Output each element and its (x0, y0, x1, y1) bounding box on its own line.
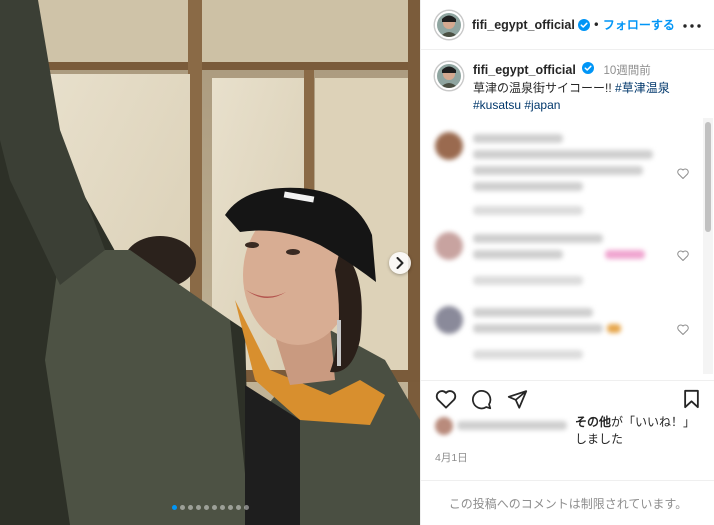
verified-badge-icon (577, 18, 590, 31)
carousel-dot (219, 505, 225, 510)
action-bar (421, 380, 714, 416)
carousel-dot (243, 505, 249, 510)
caption-username[interactable]: fifi_egypt_official (473, 63, 576, 77)
hashtag-link[interactable]: #草津温泉 (615, 81, 670, 95)
carousel-next-button[interactable] (389, 252, 411, 274)
carousel-dot (187, 505, 193, 510)
post-date[interactable]: 4月1日 (435, 450, 468, 465)
avatar[interactable] (435, 10, 463, 39)
comment-icon[interactable] (471, 389, 492, 410)
selfie-image (0, 0, 420, 525)
carousel-dot (203, 505, 209, 510)
likes-others-link[interactable]: その他 (575, 415, 611, 429)
post-caption: fifi_egypt_official 10週間前 草津の温泉街サイコーー!! … (435, 62, 705, 114)
carousel-indicator (0, 505, 420, 510)
post-photo[interactable] (0, 0, 420, 525)
post-side-panel: fifi_egypt_official • フォローする fifi_egypt_… (420, 0, 714, 525)
verified-badge-icon (582, 62, 595, 74)
carousel-dot (171, 505, 177, 510)
caption-text: 草津の温泉街サイコーー!! (473, 81, 612, 95)
avatar (435, 306, 463, 334)
avatar (435, 232, 463, 260)
follow-button[interactable]: フォローする (603, 16, 675, 33)
post-header: fifi_egypt_official • フォローする (421, 0, 714, 50)
carousel-dot (211, 505, 217, 510)
paper-plane-icon[interactable] (507, 389, 528, 409)
carousel-dot (195, 505, 201, 510)
likes-summary: その他が「いいね！」しました (435, 414, 705, 448)
carousel-dot (179, 505, 185, 510)
heart-icon[interactable] (677, 168, 689, 179)
comments-scrollbar[interactable] (703, 118, 713, 374)
bookmark-icon[interactable] (683, 389, 700, 409)
heart-icon[interactable] (677, 250, 689, 261)
avatar (435, 132, 463, 160)
username[interactable]: fifi_egypt_official (472, 18, 575, 32)
carousel-dot (227, 505, 233, 510)
scrollbar-thumb[interactable] (705, 122, 711, 232)
hashtag-link[interactable]: #japan (524, 98, 560, 112)
heart-icon[interactable] (677, 324, 689, 335)
heart-icon[interactable] (435, 389, 457, 409)
comment-list[interactable] (421, 120, 703, 372)
comment-restricted-notice: この投稿へのコメントは制限されています。 (421, 480, 714, 525)
chevron-right-icon (396, 257, 404, 269)
separator: • (592, 17, 600, 32)
more-options-icon[interactable] (683, 17, 701, 31)
caption-avatar[interactable] (435, 62, 463, 90)
avatar (435, 417, 453, 435)
hashtag-link[interactable]: #kusatsu (473, 98, 521, 112)
carousel-dot (235, 505, 241, 510)
liker-name[interactable] (457, 421, 567, 430)
post-time-ago[interactable]: 10週間前 (603, 65, 650, 77)
comments-disabled-text: この投稿へのコメントは制限されています。 (448, 496, 688, 511)
